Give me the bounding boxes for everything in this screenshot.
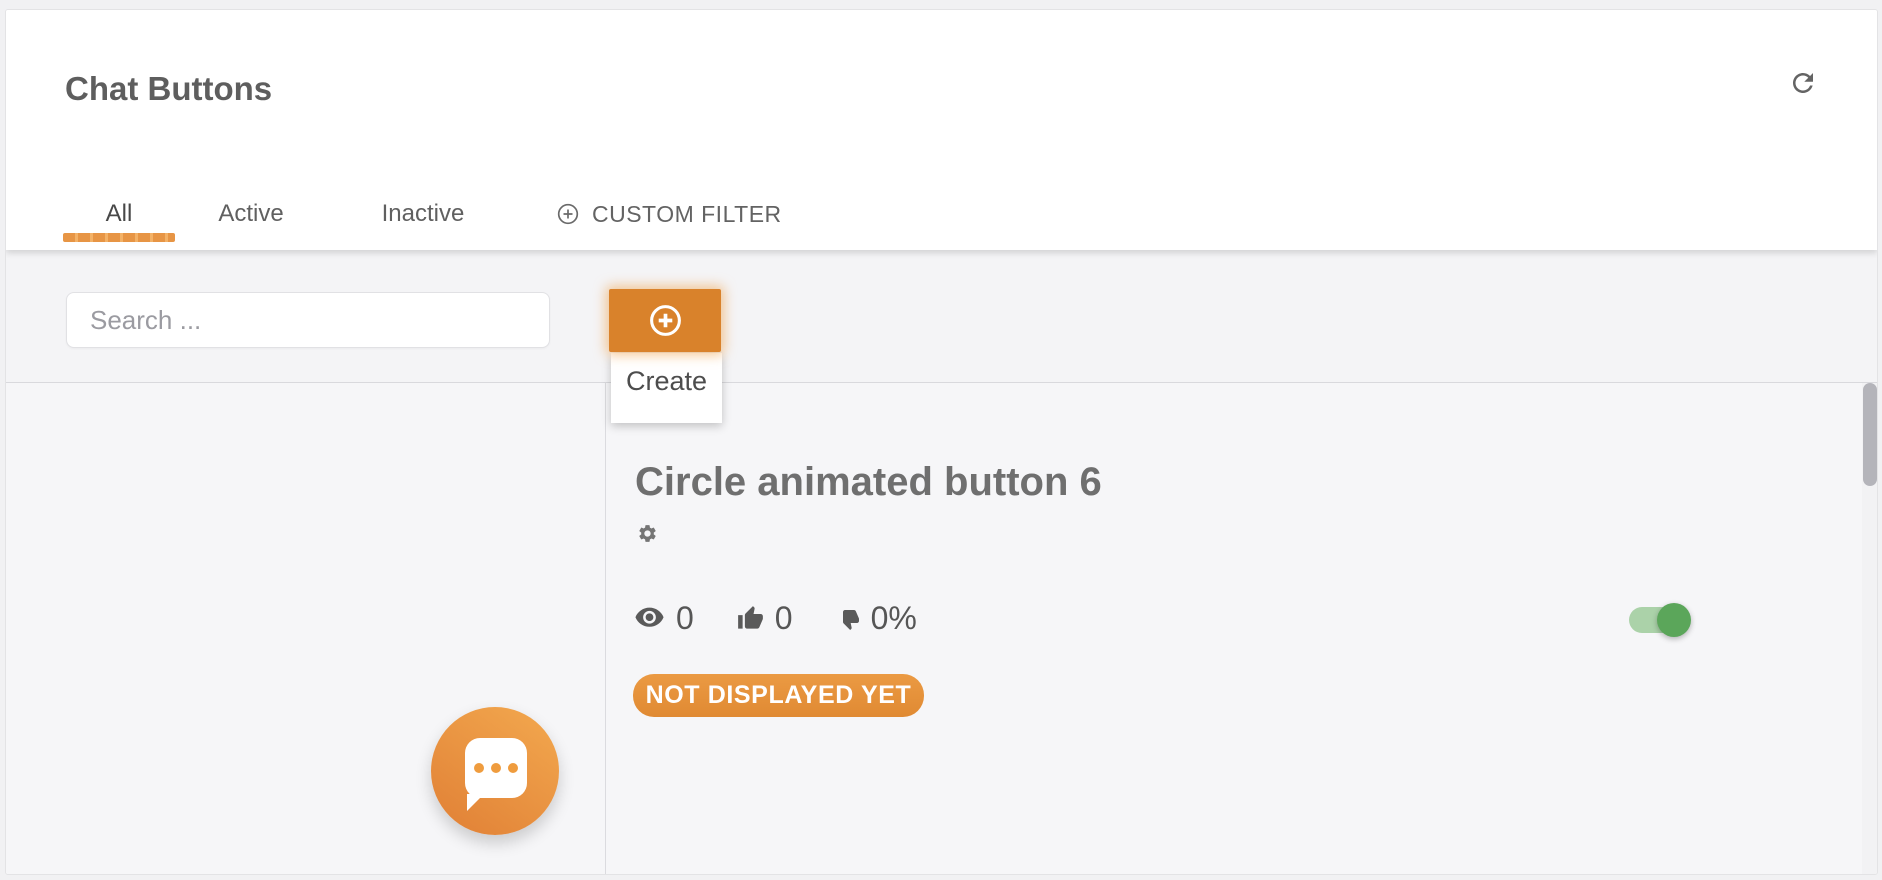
chat-buttons-card: Chat Buttons All Active Inactive CUSTOM … <box>5 9 1878 875</box>
bubble-dot <box>508 763 518 773</box>
custom-filter-label: CUSTOM FILTER <box>592 201 782 228</box>
tab-all[interactable]: All <box>63 196 175 232</box>
click-through-icon <box>836 607 860 631</box>
plus-circle-icon <box>556 202 580 226</box>
create-tooltip[interactable]: Create <box>611 353 722 423</box>
tab-active[interactable]: Active <box>195 196 307 232</box>
likes-count: 0 <box>775 600 793 637</box>
scrollbar-thumb[interactable] <box>1863 383 1877 486</box>
enabled-toggle[interactable] <box>1629 607 1688 633</box>
settings-button[interactable] <box>634 522 660 548</box>
create-button[interactable] <box>609 289 721 352</box>
plus-circle-icon <box>647 302 684 339</box>
chat-button-preview[interactable] <box>431 707 559 835</box>
active-tab-underline <box>63 233 175 242</box>
likes-stat: 0 <box>737 600 793 637</box>
views-count: 0 <box>676 600 694 637</box>
ctr-value: 0% <box>871 600 917 637</box>
tab-inactive[interactable]: Inactive <box>367 196 479 232</box>
chat-bubble-icon <box>465 738 527 798</box>
refresh-icon <box>1788 68 1818 98</box>
ctr-stat: 0% <box>836 600 917 637</box>
custom-filter-button[interactable]: CUSTOM FILTER <box>556 196 782 232</box>
search-input[interactable] <box>66 292 550 348</box>
bubble-dot <box>474 763 484 773</box>
refresh-button[interactable] <box>1785 66 1821 102</box>
status-badge: NOT DISPLAYED YET <box>633 674 924 717</box>
eye-icon <box>634 607 665 630</box>
stats-row: 0 0 0% <box>634 600 960 637</box>
gear-icon <box>637 523 658 544</box>
views-stat: 0 <box>634 600 694 637</box>
bubble-dot <box>491 763 501 773</box>
header: Chat Buttons All Active Inactive CUSTOM … <box>6 10 1877 250</box>
toggle-knob <box>1657 603 1691 637</box>
thumb-up-icon <box>737 605 764 632</box>
page-title: Chat Buttons <box>65 70 272 108</box>
chat-button-name: Circle animated button 6 <box>635 460 1102 505</box>
